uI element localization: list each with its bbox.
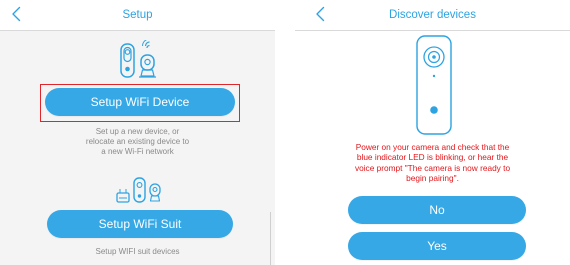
wifi-camera-icon <box>118 38 160 80</box>
page-title: Discover devices <box>389 9 476 21</box>
setup-header: Setup <box>0 0 275 31</box>
yes-button[interactable]: Yes <box>348 232 526 260</box>
page-title: Setup <box>122 9 153 21</box>
setup-screen: Setup Setup WiFi Device Set up a new dev… <box>0 0 275 265</box>
discover-devices-screen: Discover devices Power on your camera an… <box>295 0 570 265</box>
no-button[interactable]: No <box>348 196 526 224</box>
screenshot-stage: Setup Setup WiFi Device Set up a new dev… <box>0 0 570 265</box>
setup-wifi-suit-button[interactable]: Setup WiFi Suit <box>47 210 233 238</box>
discover-header: Discover devices <box>295 0 570 31</box>
scroll-edge-divider <box>270 212 271 265</box>
setup-wifi-suit-description: Setup WIFI suit devices <box>95 247 180 256</box>
camera-suit-icon <box>113 176 165 204</box>
doorbell-camera-icon <box>414 34 454 136</box>
setup-wifi-device-description: Set up a new device, or relocate an exis… <box>85 127 190 156</box>
setup-wifi-device-button[interactable]: Setup WiFi Device <box>45 88 235 116</box>
pairing-instruction-text: Power on your camera and check that the … <box>354 142 511 184</box>
